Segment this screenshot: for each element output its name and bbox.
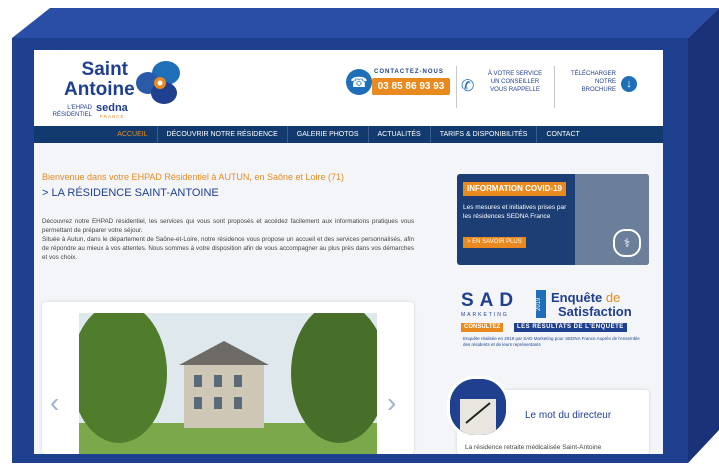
director-text: La résidence retraite médicalisée Saint-… — [465, 444, 602, 451]
covid-more-link[interactable]: > EN SAVOIR PLUS — [463, 237, 526, 248]
page-title: > LA RÉSIDENCE SAINT-ANTOINE — [42, 187, 219, 199]
main-nav: ACCUEIL DÉCOUVRIR NOTRE RÉSIDENCE GALERI… — [34, 126, 663, 143]
survey-title-line2: Satisfaction — [558, 304, 632, 319]
phone-icon[interactable]: ☎ — [346, 69, 372, 95]
nav-item-contact[interactable]: CONTACT — [537, 126, 588, 143]
covid-card[interactable]: INFORMATION COVID-19 Les mesures et init… — [457, 174, 649, 265]
stethoscope-icon: ⚕ — [613, 229, 641, 257]
satisfaction-survey-banner[interactable]: SAD MARKETING 2019 Enquête de Satisfacti… — [457, 286, 649, 376]
brochure-line3: BROCHURE — [581, 87, 616, 93]
callback-line1: À VOTRE SERVICE — [487, 71, 543, 77]
residence-photo — [79, 313, 377, 454]
survey-title-b: de — [605, 290, 621, 305]
sad-marketing: MARKETING — [461, 312, 509, 318]
nav-item-galerie[interactable]: GALERIE PHOTOS — [288, 126, 369, 143]
callback-line2: UN CONSEILLER — [490, 79, 540, 85]
brochure-line2: NOTRE — [595, 79, 616, 85]
nav-item-residence[interactable]: DÉCOUVRIR NOTRE RÉSIDENCE — [158, 126, 288, 143]
slider-prev-icon[interactable]: ‹ — [50, 387, 59, 419]
survey-title-line1: Enquête de — [551, 290, 620, 305]
webpage: Saint Antoine L'EHPAD RÉSIDENTIEL sedna F… — [34, 50, 663, 454]
logo-brand: sedna — [96, 102, 128, 114]
logo-line2: Antoine — [64, 79, 135, 100]
download-icon[interactable]: ↓ — [621, 76, 637, 92]
covid-title: INFORMATION COVID-19 — [463, 182, 566, 196]
intro-para2: Située à Autun, dans le département de S… — [42, 236, 414, 261]
brochure-link[interactable]: TÉLÉCHARGER NOTRE BROCHURE — [558, 70, 616, 94]
phone-callback-icon[interactable]: ✆ — [461, 76, 474, 96]
image-slider[interactable]: ‹ › — [42, 302, 414, 454]
logo-sub1: L'EHPAD — [67, 105, 92, 111]
callback-link[interactable]: À VOTRE SERVICE UN CONSEILLER VOUS RAPPE… — [480, 70, 550, 94]
sad-logo: SAD — [461, 290, 520, 311]
brochure-line1: TÉLÉCHARGER — [570, 71, 616, 77]
intro-text: Découvrez notre EHPAD résidentiel, les s… — [42, 217, 414, 262]
logo-subtitle: L'EHPAD RÉSIDENTIEL — [42, 105, 92, 119]
nav-item-accueil[interactable]: ACCUEIL — [108, 126, 158, 143]
director-title: Le mot du directeur — [525, 410, 612, 421]
results-link[interactable]: LES RÉSULTATS DE L'ENQUÊTE — [514, 323, 627, 332]
logo-line1: Saint — [81, 59, 128, 80]
box-3d-frame-side — [679, 0, 719, 463]
contact-label: CONTACTEZ-NOUS — [374, 69, 444, 75]
logo-sub2: RÉSIDENTIEL — [52, 112, 92, 118]
header-divider — [554, 66, 555, 108]
nav-item-tarifs[interactable]: TARIFS & DISPONIBILITÉS — [431, 126, 538, 143]
header: Saint Antoine L'EHPAD RÉSIDENTIEL sedna F… — [34, 50, 663, 126]
consult-button[interactable]: CONSULTEZ — [461, 323, 504, 332]
logo-flower-icon[interactable] — [134, 59, 184, 107]
intro-para1: Découvrez notre EHPAD résidentiel, les s… — [42, 218, 414, 234]
director-photo — [447, 376, 509, 438]
callback-line3: VOUS RAPPELLE — [490, 87, 540, 93]
header-divider — [456, 66, 457, 108]
welcome-heading: Bienvenue dans votre EHPAD Résidentiel à… — [42, 172, 344, 182]
director-card[interactable]: Le mot du directeur La résidence retrait… — [447, 376, 649, 454]
nav-item-actualites[interactable]: ACTUALITÉS — [369, 126, 431, 143]
slider-next-icon[interactable]: › — [387, 387, 396, 419]
survey-title-a: Enquête — [551, 290, 603, 305]
survey-note: Enquête réalisée en 2019 par SAD Marketi… — [463, 336, 640, 347]
logo-brand-sub: FRANCE — [100, 114, 125, 119]
phone-number-button[interactable]: 03 85 86 93 93 — [372, 78, 450, 95]
covid-text: Les mesures et initiatives prises par le… — [463, 204, 567, 220]
sad-year: 2019 — [536, 290, 546, 318]
